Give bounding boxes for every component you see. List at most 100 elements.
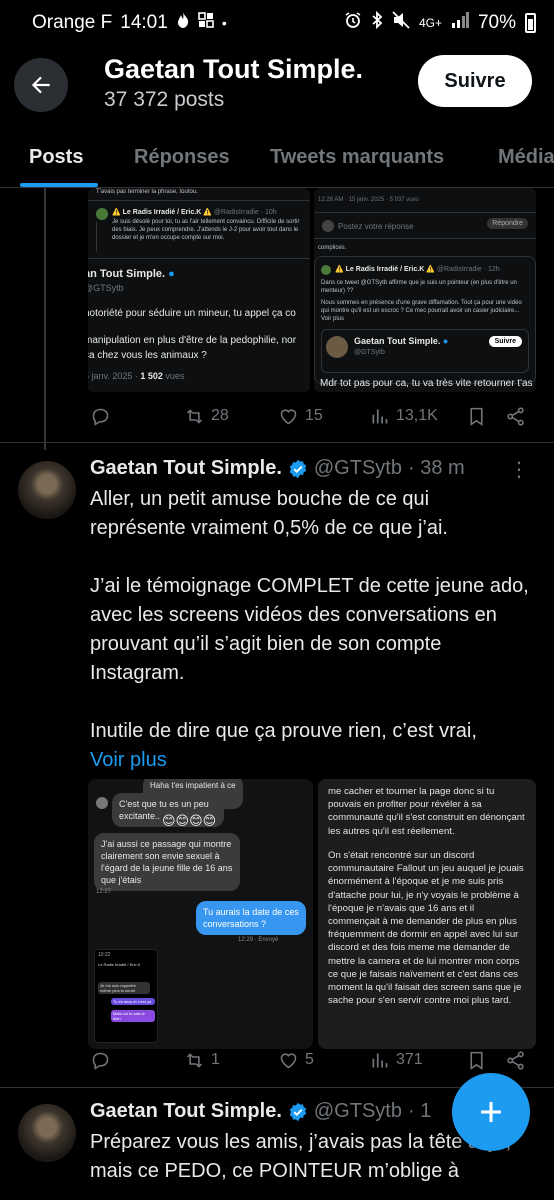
heart-icon	[280, 408, 297, 424]
mini-screenshot: 10:22 Le Radis Irradié / Eric.K Je me su…	[94, 949, 158, 1043]
notification-icon	[198, 12, 214, 34]
post-actions: 28 15 13,1K	[0, 398, 554, 434]
reply-button[interactable]	[90, 1042, 111, 1078]
avatar[interactable]	[18, 461, 76, 519]
profile-header: Gaetan Tout Simple. 37 372 posts Suivre	[0, 46, 554, 120]
like-button[interactable]: 15	[278, 398, 323, 434]
image-text: Mais oui tu sais le bien	[111, 1010, 155, 1022]
post-image-right[interactable]: 12:28 AM · 15 janv. 2025 · 5 037 vues Po…	[314, 188, 536, 392]
chat-message: Tu aurais la date de ces conversations ?	[196, 901, 306, 935]
like-count: 15	[305, 407, 323, 424]
post-time: · 38 m	[407, 457, 465, 479]
verified-badge-icon	[289, 459, 307, 478]
image-text: Répondre	[487, 218, 528, 229]
image-text: ⚠️ Le Radis Irradié / Eric.K ⚠️ @RadisIr…	[335, 266, 500, 273]
clock: 14:01	[120, 12, 168, 33]
bookmark-icon	[470, 407, 483, 426]
avatar	[321, 265, 331, 275]
post-paragraph: Aller, un petit amuse bouche de ce qui r…	[90, 488, 448, 539]
tab-posts[interactable]: Posts	[29, 126, 83, 187]
chat-emojis: 😊😊😊😊	[162, 813, 217, 828]
status-bar: Orange F 14:01 • 4G+ 70%	[0, 0, 554, 46]
image-text: notoriété pour séduire un mineur, tu app…	[88, 308, 296, 319]
reply-icon	[92, 1052, 109, 1070]
views-count: 371	[396, 1051, 423, 1068]
divider	[88, 258, 310, 259]
image-text: @GTSytb	[354, 349, 385, 356]
back-button[interactable]	[14, 58, 68, 112]
image-text: 12:28 AM · 15 janv. 2025 · 5 037 vues	[318, 197, 419, 203]
image-text: Gaetan Tout Simple. ●	[354, 336, 449, 346]
avatar	[96, 797, 108, 809]
retweet-count: 28	[211, 407, 229, 424]
flame-icon	[176, 11, 190, 35]
network-type: 4G+	[418, 16, 442, 30]
image-text: Postez votre réponse	[338, 222, 414, 231]
reply-icon	[92, 408, 109, 426]
divider	[88, 200, 310, 201]
views-button[interactable]: 371	[369, 1042, 423, 1078]
arrow-left-icon	[31, 76, 50, 94]
image-text: Je suis désolé pour toi, tu as l'air tel…	[112, 219, 300, 241]
like-count: 5	[305, 1051, 314, 1068]
profile-title-block: Gaetan Tout Simple. 37 372 posts	[104, 52, 363, 114]
image-text: ⚠️ Le Radis Irradié / Eric.K ⚠️ @RadisIr…	[112, 209, 277, 216]
image-text: me cacher et tourner la page donc si tu …	[328, 786, 525, 837]
post-text: Aller, un petit amuse bouche de ce qui r…	[90, 485, 530, 775]
chat-time: 12:29 · Envoyé	[238, 937, 279, 943]
divider	[314, 212, 536, 213]
bookmark-icon	[470, 1051, 483, 1070]
avatar	[326, 336, 348, 358]
retweet-icon	[186, 1052, 203, 1068]
views-button[interactable]: 13,1K	[369, 398, 438, 434]
post-image-left[interactable]: T'avais pas terminer la phrase, toutou. …	[88, 188, 310, 392]
retweet-button[interactable]: 28	[184, 398, 229, 434]
bookmark-button[interactable]	[466, 398, 487, 434]
dot-icon: •	[221, 15, 227, 31]
share-button[interactable]	[505, 1042, 526, 1078]
retweet-count: 1	[211, 1051, 220, 1068]
image-text: Nous sommes en présence d'une grave diff…	[321, 300, 522, 322]
tab-media[interactable]: Média	[498, 126, 554, 187]
image-text: Suivre	[488, 336, 522, 347]
post-header: Gaetan Tout Simple. @GTSytb · 1	[90, 1100, 431, 1123]
embedded-profile-card: Gaetan Tout Simple. ● @GTSytb Suivre	[321, 329, 529, 373]
image-text: T'avais pas terminer la phrase, toutou.	[96, 189, 198, 195]
image-text: On s'était rencontré sur un discord comm…	[328, 850, 524, 1007]
quoted-card: ⚠️ Le Radis Irradié / Eric.K ⚠️ @RadisIr…	[314, 256, 536, 384]
post-time: · 1	[407, 1100, 432, 1122]
tab-highlights[interactable]: Tweets marquants	[270, 126, 444, 187]
more-options-icon[interactable]: ⋮	[509, 457, 530, 482]
share-icon	[507, 1050, 524, 1070]
post-image-testimony[interactable]: me cacher et tourner la page donc si tu …	[318, 779, 536, 1049]
chat-time: 12:27	[96, 889, 112, 895]
post-paragraph: J’ai le témoignage COMPLET de cette jeun…	[90, 575, 529, 684]
image-text: manipulation en plus d'être de la pedoph…	[88, 335, 297, 346]
alarm-icon	[344, 11, 362, 35]
author-name[interactable]: Gaetan Tout Simple.	[90, 1100, 282, 1123]
tab-replies[interactable]: Réponses	[134, 126, 230, 187]
image-text: ça chez vous les animaux ?	[88, 350, 207, 361]
share-icon	[507, 406, 524, 426]
bluetooth-icon	[371, 10, 383, 35]
views-icon	[372, 409, 388, 423]
post-image-chat[interactable]: Haha t'es impatient à ce que je vais C'e…	[88, 779, 313, 1049]
plus-icon	[481, 1102, 501, 1122]
post-header: Gaetan Tout Simple. @GTSytb · 38 m	[90, 457, 465, 480]
retweet-button[interactable]: 1	[184, 1042, 220, 1078]
compose-button[interactable]	[452, 1073, 530, 1151]
show-more-link[interactable]: Voir plus	[90, 746, 530, 775]
share-button[interactable]	[505, 398, 526, 434]
reply-button[interactable]	[90, 398, 111, 434]
retweet-icon	[186, 408, 203, 424]
image-text: Mdr tot pas pour ca, tu va très vite ret…	[320, 378, 533, 389]
author-name[interactable]: Gaetan Tout Simple.	[90, 457, 282, 480]
heart-icon	[280, 1052, 297, 1068]
image-text: complices.	[318, 245, 347, 251]
like-button[interactable]: 5	[278, 1042, 314, 1078]
follow-button[interactable]: Suivre	[418, 55, 532, 107]
avatar[interactable]	[18, 1104, 76, 1162]
post[interactable]: Gaetan Tout Simple. @GTSytb · 38 m ⋮ All…	[0, 443, 554, 1088]
posts-count: 37 372 posts	[104, 88, 225, 111]
post-paragraph: Inutile de dire que ça prouve rien, c’es…	[90, 720, 477, 742]
